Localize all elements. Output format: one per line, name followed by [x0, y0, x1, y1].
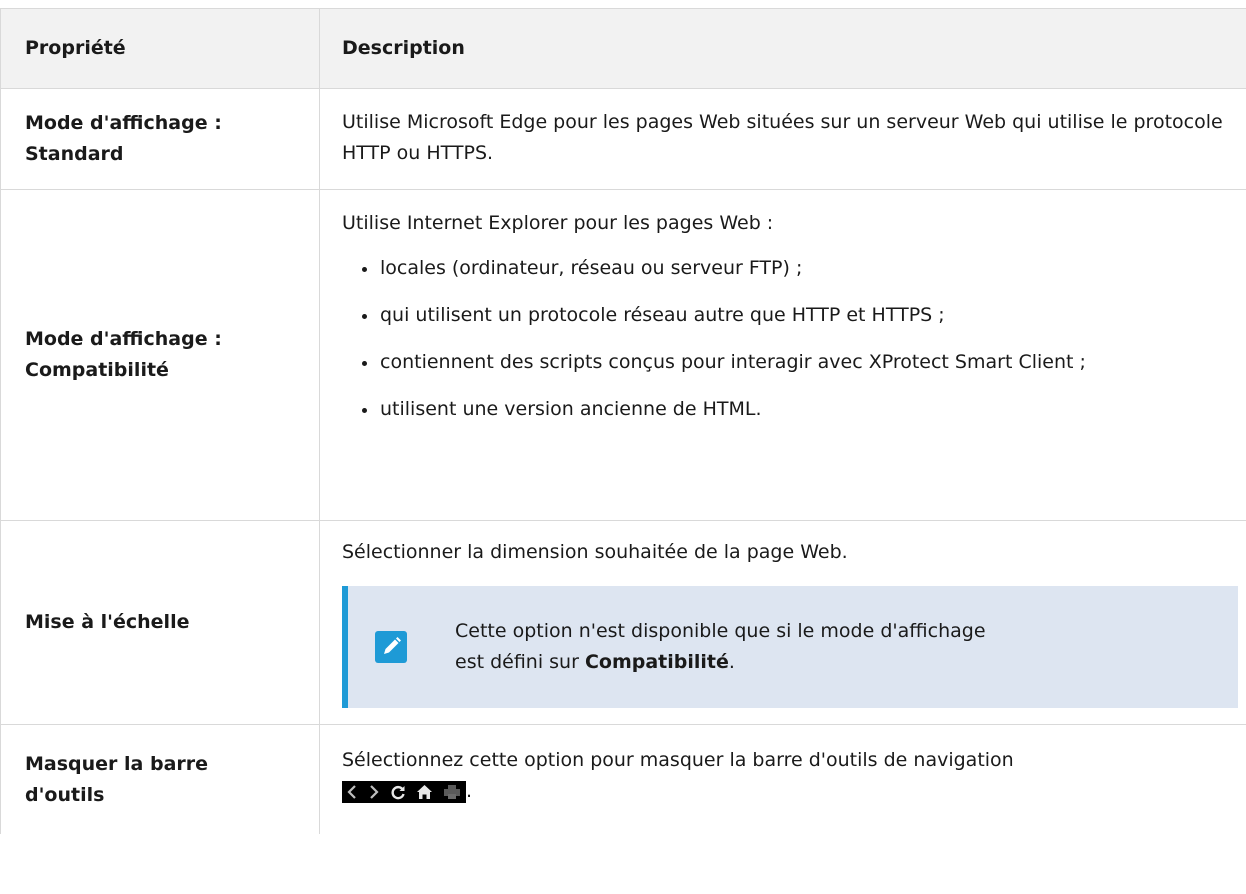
description-text: Sélectionner la dimension souhaitée de l… [342, 541, 848, 563]
property-label-line2: d'outils [25, 783, 105, 806]
bullet-list: locales (ordinateur, réseau ou serveur F… [342, 253, 1246, 425]
property-label-line1: Mode d'affichage : [25, 112, 222, 134]
property-label: Mise à l'échelle [25, 611, 190, 633]
description-cell: Utilise Internet Explorer pour les pages… [320, 190, 1246, 520]
description-text: Utilise Microsoft Edge pour les pages We… [342, 111, 1223, 164]
description-cell: Utilise Microsoft Edge pour les pages We… [320, 89, 1246, 189]
description-suffix: . [466, 780, 473, 802]
note-line1: Cette option n'est disponible que si le … [455, 620, 986, 642]
forward-icon [370, 784, 379, 799]
property-cell: Mode d'affichage : Compatibilité [0, 190, 320, 520]
description-cell: Sélectionner la dimension souhaitée de l… [320, 521, 1246, 724]
note-line2-prefix: est défini sur [455, 651, 585, 673]
note-text: Cette option n'est disponible que si le … [455, 616, 986, 678]
properties-table: Propriété Description Mode d'affichage :… [0, 8, 1246, 834]
table-row: Mode d'affichage : Compatibilité Utilise… [0, 190, 1246, 521]
note-line2: est défini sur Compatibilité. [455, 647, 986, 678]
toolbar-image-line: . [342, 776, 1246, 807]
print-icon [444, 784, 460, 799]
property-label-line2: Standard [25, 143, 124, 165]
list-item: utilisent une version ancienne de HTML. [362, 394, 1246, 425]
note-line2-suffix: . [728, 651, 735, 673]
property-label-line2: Compatibilité [25, 359, 169, 381]
table-row: Mise à l'échelle Sélectionner la dimensi… [0, 521, 1246, 725]
refresh-icon [391, 785, 405, 799]
property-cell: Masquer la barre d'outils [0, 725, 320, 834]
header-property: Propriété [0, 9, 320, 88]
property-cell: Mise à l'échelle [0, 521, 320, 724]
header-description: Description [342, 37, 465, 59]
navigation-toolbar-image [342, 780, 466, 803]
pencil-icon [375, 631, 407, 663]
home-icon [417, 784, 432, 799]
description-cell: Sélectionnez cette option pour masquer l… [320, 725, 1246, 834]
list-item: locales (ordinateur, réseau ou serveur F… [362, 253, 1246, 284]
table-header-row: Propriété Description [0, 9, 1246, 89]
description-intro: Utilise Internet Explorer pour les pages… [342, 212, 774, 234]
table-row: Masquer la barre d'outils Sélectionnez c… [0, 725, 1246, 834]
note-line2-bold: Compatibilité [584, 651, 729, 673]
back-icon [347, 784, 356, 799]
list-item: qui utilisent un protocole réseau autre … [362, 300, 1246, 331]
property-cell: Mode d'affichage : Standard [0, 89, 320, 189]
property-label-line1: Masquer la barre [25, 752, 209, 775]
list-item: contiennent des scripts conçus pour inte… [362, 347, 1246, 378]
table-row: Mode d'affichage : Standard Utilise Micr… [0, 89, 1246, 190]
property-label-line1: Mode d'affichage : [25, 328, 222, 350]
description-text: Sélectionnez cette option pour masquer l… [342, 749, 1014, 771]
note-box: Cette option n'est disponible que si le … [342, 586, 1238, 708]
